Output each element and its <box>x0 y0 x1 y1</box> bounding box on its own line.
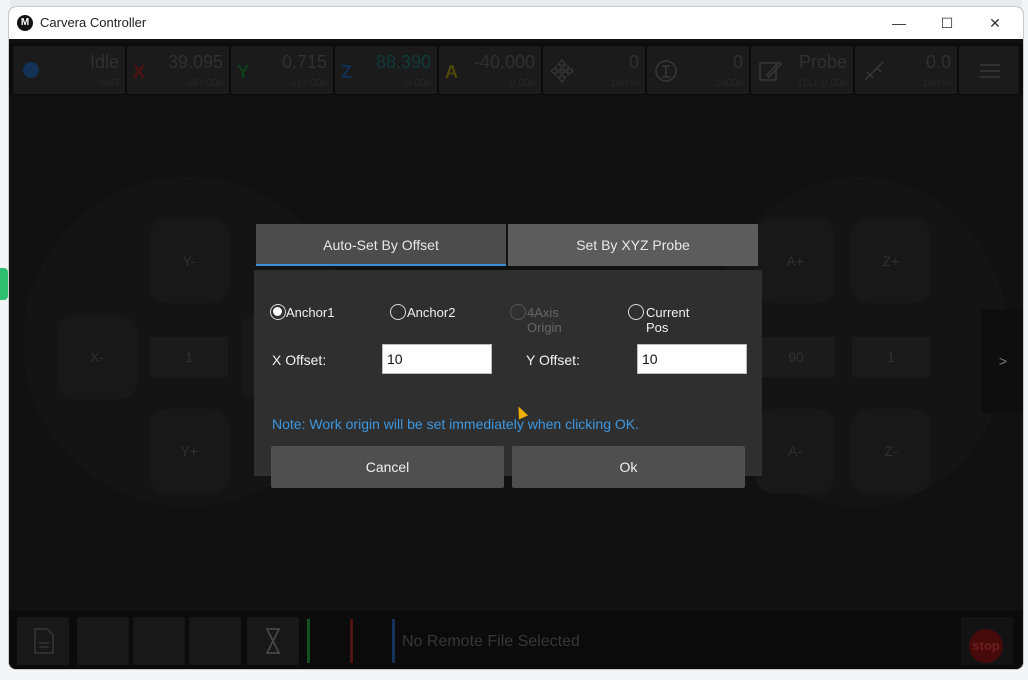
anchor2-label: Anchor2 <box>407 305 456 320</box>
y-offset-input[interactable] <box>637 344 747 374</box>
4axis-origin-radio <box>510 304 526 320</box>
current-pos-radio[interactable] <box>628 304 644 320</box>
anchor1-radio[interactable] <box>270 304 286 320</box>
x-offset-input[interactable] <box>382 344 492 374</box>
desktop-green-marker <box>0 268 8 300</box>
app-logo-icon: M <box>17 15 33 31</box>
current-pos-label: Current Pos <box>646 305 690 335</box>
screen: M Carvera Controller — ☐ ✕ Idle WiFi X 3… <box>0 0 1028 680</box>
close-button[interactable]: ✕ <box>977 11 1013 35</box>
minimize-button[interactable]: — <box>881 11 917 35</box>
cancel-button[interactable]: Cancel <box>271 446 504 488</box>
tab-set-by-xyz-probe[interactable]: Set By XYZ Probe <box>508 224 758 266</box>
dialog-body: Anchor1 Anchor2 4Axis Origin Current Pos… <box>254 270 762 488</box>
set-origin-dialog: Auto-Set By Offset Set By XYZ Probe Anch… <box>254 224 762 488</box>
x-offset-label: X Offset: <box>272 352 327 368</box>
y-offset-label: Y Offset: <box>526 352 580 368</box>
anchor1-label: Anchor1 <box>286 305 335 320</box>
origin-note: Note: Work origin will be set immediatel… <box>272 416 639 432</box>
title-bar[interactable]: M Carvera Controller — ☐ ✕ <box>9 7 1023 39</box>
tab-auto-set-by-offset[interactable]: Auto-Set By Offset <box>256 224 506 266</box>
anchor2-radio[interactable] <box>390 304 406 320</box>
4axis-origin-label: 4Axis Origin <box>527 305 562 335</box>
maximize-button[interactable]: ☐ <box>929 11 965 35</box>
ok-button[interactable]: Ok <box>512 446 745 488</box>
window-title: Carvera Controller <box>40 15 147 30</box>
